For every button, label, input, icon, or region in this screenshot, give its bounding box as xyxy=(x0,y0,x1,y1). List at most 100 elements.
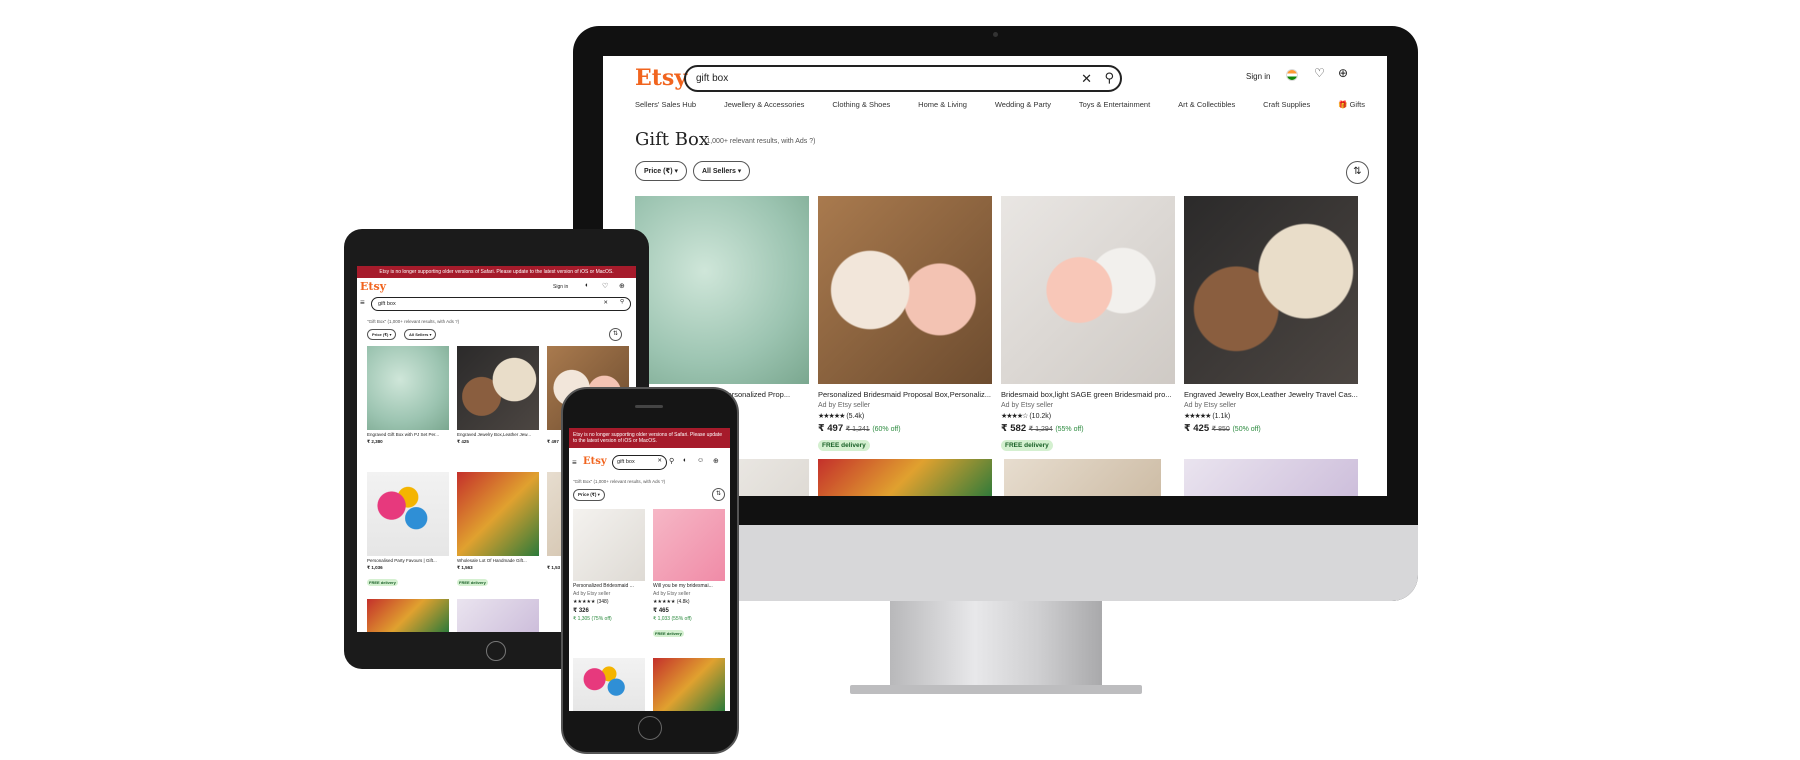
seller-label: Ad by Etsy seller xyxy=(818,402,871,409)
search-input[interactable]: gift box ✕ ⚲ xyxy=(684,65,1122,92)
rating: ★★★★★ (4.8k) xyxy=(653,599,690,605)
free-delivery-badge: FREE delivery xyxy=(457,579,488,586)
product-card[interactable]: Will you be my bridesmai... Ad by Etsy s… xyxy=(653,509,725,640)
product-card[interactable]: Personalized Gift Box Set Personalized P… xyxy=(635,196,809,399)
price-filter-button[interactable]: Price (₹) ▾ xyxy=(635,161,688,181)
product-image[interactable] xyxy=(1184,459,1358,496)
search-input[interactable]: gift box ✕ ⚲ xyxy=(371,297,631,311)
phone-screen: Etsy is no longer supporting older versi… xyxy=(569,428,730,711)
price: ₹ 326 xyxy=(573,608,589,614)
product-title[interactable]: Engraved Jewelry Box,Leather Jew... xyxy=(457,432,539,437)
nav-clothing[interactable]: Clothing & Shoes xyxy=(832,100,890,109)
sort-button[interactable]: ⇅ xyxy=(712,488,725,501)
basket-icon[interactable]: ⊕ xyxy=(619,282,625,290)
product-image[interactable] xyxy=(818,196,992,384)
search-icon[interactable]: ⚲ xyxy=(620,299,624,305)
product-title[interactable]: Personalized Bridesmaid Proposal Box,Per… xyxy=(818,390,992,399)
nav-art[interactable]: Art & Collectibles xyxy=(1178,100,1235,109)
product-title[interactable]: Bridesmaid box,light SAGE green Bridesma… xyxy=(1001,390,1175,399)
product-card[interactable]: Engraved Gift Box with PJ Set Per... ₹ 2… xyxy=(367,346,449,445)
nav-craft[interactable]: Craft Supplies xyxy=(1263,100,1310,109)
sign-in-link[interactable]: Sign in xyxy=(553,284,568,290)
price: ₹ 497 ₹ 1,241 (60% off) xyxy=(818,423,992,434)
product-card[interactable]: Engraved Jewelry Box,Leather Jew... ₹ 42… xyxy=(457,346,539,445)
product-card[interactable]: Wholesale Lot Of Handmade Gift... ₹ 1,56… xyxy=(457,472,539,589)
nav-jewellery[interactable]: Jewellery & Accessories xyxy=(724,100,804,109)
product-image[interactable] xyxy=(573,658,645,711)
product-title[interactable]: Personalised Party Favours | Gift... xyxy=(367,558,449,563)
product-image[interactable] xyxy=(367,472,449,556)
product-title[interactable]: Will you be my bridesmai... xyxy=(653,583,725,589)
free-delivery-badge: FREE delivery xyxy=(1001,440,1053,451)
product-card[interactable]: Engraved Jewelry Box,Leather Jewelry Tra… xyxy=(1184,196,1358,434)
search-icon[interactable]: ⚲ xyxy=(669,457,674,465)
free-delivery-badge: FREE delivery xyxy=(818,440,870,451)
sellers-filter-button[interactable]: All Sellers ▾ xyxy=(404,329,437,340)
camera-icon xyxy=(993,32,998,37)
product-image[interactable] xyxy=(1184,196,1358,384)
product-image[interactable] xyxy=(635,196,809,384)
price-filter-button[interactable]: Price (₹) ▾ xyxy=(367,329,397,340)
product-title[interactable]: Personalized Bridesmaid ... xyxy=(573,583,645,589)
product-image[interactable] xyxy=(653,658,725,711)
price-current: ₹ 497 xyxy=(818,423,844,434)
product-image[interactable] xyxy=(1001,196,1175,384)
search-icon[interactable]: ⚲ xyxy=(1104,70,1114,86)
clear-icon[interactable]: ✕ xyxy=(603,300,608,306)
product-image[interactable] xyxy=(573,509,645,581)
sort-button[interactable]: ⇅ xyxy=(609,328,622,341)
result-count: (1,000+ relevant results, with Ads ?) xyxy=(704,138,816,145)
rating: ★★★★☆ (10.2k) xyxy=(1001,412,1175,420)
product-image[interactable] xyxy=(653,509,725,581)
nav-sellers-sales-hub[interactable]: Sellers' Sales Hub xyxy=(635,100,696,109)
menu-icon[interactable]: ≡ xyxy=(360,298,365,307)
product-image[interactable] xyxy=(1004,459,1161,496)
price: ₹ 425 ₹ 850 (50% off) xyxy=(1184,423,1358,434)
basket-icon[interactable]: ⊕ xyxy=(713,457,719,465)
stars-icon: ★★★★★ xyxy=(818,413,845,420)
india-flag-icon[interactable]: ◐ xyxy=(585,282,589,289)
basket-icon[interactable]: ⊕ xyxy=(1338,66,1348,80)
clear-icon[interactable]: ✕ xyxy=(1081,71,1092,87)
product-title[interactable]: Wholesale Lot Of Handmade Gift... xyxy=(457,558,539,563)
search-input[interactable]: gift box ✕ xyxy=(612,455,667,470)
product-image[interactable] xyxy=(457,599,539,632)
price-filter-button[interactable]: Price (₹) ▾ xyxy=(573,489,605,501)
price: ₹ 465 xyxy=(653,608,669,614)
product-image[interactable] xyxy=(818,459,992,496)
product-card[interactable]: Personalized Bridesmaid Proposal Box,Per… xyxy=(818,196,992,452)
product-image[interactable] xyxy=(457,472,539,556)
sign-in-link[interactable]: Sign in xyxy=(1246,72,1270,81)
rating-count: (10.2k) xyxy=(1029,413,1052,420)
apple-logo-icon xyxy=(978,545,1014,585)
seller-label: Ad by Etsy seller xyxy=(653,591,691,597)
india-flag-icon[interactable]: ◐ xyxy=(683,457,687,464)
product-title[interactable]: Engraved Gift Box with PJ Set Per... xyxy=(367,432,449,437)
nav-gifts[interactable]: 🎁 Gifts xyxy=(1338,100,1365,109)
rating-count: (5.4k) xyxy=(846,413,865,420)
product-card[interactable]: Personalised Party Favours | Gift... ₹ 1… xyxy=(367,472,449,589)
etsy-logo[interactable]: Etsy xyxy=(583,456,607,467)
nav-home-living[interactable]: Home & Living xyxy=(918,100,967,109)
product-card[interactable]: Bridesmaid box,light SAGE green Bridesma… xyxy=(1001,196,1175,452)
heart-icon[interactable]: ♡ xyxy=(602,282,608,290)
product-title[interactable]: Engraved Jewelry Box,Leather Jewelry Tra… xyxy=(1184,390,1358,399)
sellers-filter-button[interactable]: All Sellers ▾ xyxy=(693,161,751,181)
india-flag-icon[interactable] xyxy=(1286,69,1298,81)
imac-stand-base xyxy=(850,685,1142,694)
sort-button[interactable]: ⇅ xyxy=(1346,161,1369,184)
result-count: "Gift Box" (1,000+ relevant results, wit… xyxy=(573,479,666,484)
etsy-logo[interactable]: Etsy xyxy=(360,280,386,293)
product-image[interactable] xyxy=(367,346,449,430)
product-card[interactable]: Personalized Bridesmaid ... Ad by Etsy s… xyxy=(573,509,645,622)
clear-icon[interactable]: ✕ xyxy=(657,458,662,464)
user-icon[interactable]: ☺ xyxy=(697,457,704,464)
heart-icon[interactable]: ♡ xyxy=(1314,66,1325,80)
product-image[interactable] xyxy=(367,599,449,632)
product-image[interactable] xyxy=(457,346,539,430)
nav-wedding[interactable]: Wedding & Party xyxy=(995,100,1051,109)
menu-icon[interactable]: ≡ xyxy=(572,458,577,467)
seller-label: Ad by Etsy seller xyxy=(1184,402,1237,409)
nav-toys[interactable]: Toys & Entertainment xyxy=(1079,100,1150,109)
etsy-logo[interactable]: Etsy xyxy=(635,65,687,91)
